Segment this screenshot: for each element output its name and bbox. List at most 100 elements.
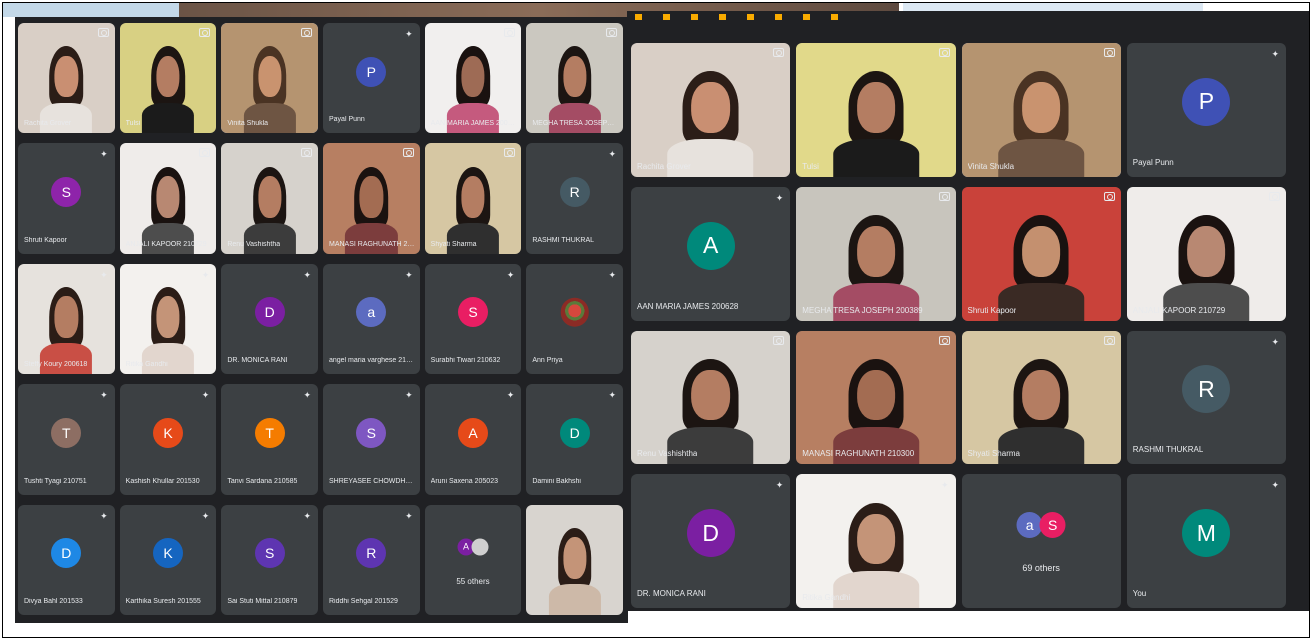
torso [1163,283,1250,321]
participant-tile[interactable]: Shyati Sharma [424,143,522,254]
participant-tile[interactable]: ANJALI KAPOOR 210729 [119,143,217,254]
bookmark-folder[interactable] [803,13,813,21]
participant-name: MANASI RAGHUNATH 210300 [802,449,915,459]
participant-name: ANJALI KAPOOR 210729 [1132,305,1226,315]
participant-name: angel maria varghese 2102... [328,357,416,365]
participant-tile[interactable]: S ✦ Shruti Kapoor [18,143,115,254]
participant-tile[interactable]: Renu Vashishtha [631,330,791,465]
pin-camera-icon[interactable] [97,28,109,37]
pin-camera-icon[interactable] [504,148,516,158]
participant-tile[interactable]: MANASI RAGHUNATH 210300 [796,330,956,465]
bookmark-folder[interactable] [747,13,757,21]
pin-camera-icon[interactable] [1103,191,1115,201]
mic-off-icon: ✦ [100,269,108,280]
pin-camera-icon[interactable] [199,148,211,158]
participant-tile[interactable]: P ✦ Payal Punn [322,23,420,134]
participant-tile[interactable]: R ✦ RASHMI THUKRAL [526,143,623,254]
participant-tile[interactable]: K ✦ Kashish Khullar 201530 [119,384,217,495]
participant-tile[interactable]: Rachita Grover [18,23,115,134]
mic-off-icon: ✦ [405,269,413,280]
participant-tile[interactable]: A 55 others [424,504,522,615]
participant-figure [828,498,924,608]
participant-tile[interactable]: Renu Vashishtha [221,143,318,254]
participant-tile[interactable]: MANASI RAGHUNATH 210300 [322,143,420,254]
participant-tile[interactable] [526,504,623,615]
participant-tile[interactable]: Rachita Grover [631,43,791,177]
bookmark-folder[interactable] [775,13,785,21]
participant-tile[interactable]: Shyati Sharma [961,330,1121,465]
participant-tile[interactable]: a ✦ angel maria varghese 2102... [322,263,420,375]
participant-avatar: R [356,538,387,569]
pin-camera-icon[interactable] [938,191,950,201]
participant-tile[interactable]: ✦ Ritika Gandhi [796,474,956,608]
participant-tile[interactable]: P ✦ Payal Punn [1126,43,1286,177]
torso [667,139,754,177]
pin-camera-icon[interactable] [300,28,312,37]
torso [40,343,93,375]
mic-off-icon: ✦ [608,149,616,160]
participant-tile[interactable]: M ✦ You [1126,474,1286,608]
pin-camera-icon[interactable] [1103,48,1115,57]
bookmark-folder[interactable] [719,13,729,21]
pin-camera-icon[interactable] [504,28,516,37]
bookmark-folder[interactable] [691,13,701,21]
mic-off-icon: ✦ [405,510,413,521]
participant-tile[interactable]: D ✦ Damini Bakhshi [526,384,623,495]
participant-tile[interactable]: MEGHA TRESA JOSEPH 2... [526,23,623,134]
participant-tile[interactable]: D ✦ DR. MONICA RANI [221,263,318,375]
torso [667,426,754,465]
bookmark-folder[interactable] [635,13,645,21]
pin-camera-icon[interactable] [938,48,950,57]
participant-figure [828,355,924,465]
participant-tile[interactable]: D ✦ Divya Bahl 201533 [18,504,115,615]
participant-tile[interactable]: MEGHA TRESA JOSEPH 200389 [796,186,956,321]
torso [832,426,919,465]
participant-tile[interactable]: a S 69 others [961,474,1121,608]
participant-tile[interactable]: S ✦ Surabhi Tiwari 210632 [424,263,522,375]
participant-tile[interactable]: Shruti Kapoor [961,186,1121,321]
pin-camera-icon[interactable] [1103,335,1115,345]
face [54,55,78,98]
bookmark-folder[interactable] [831,13,841,21]
pin-camera-icon[interactable] [605,28,617,37]
participant-avatar: S [51,176,82,207]
participant-tile[interactable]: T ✦ Tushti Tyagi 210751 [18,384,115,495]
pin-camera-icon[interactable] [199,28,211,37]
participant-tile[interactable]: ANJALI KAPOOR 210729 [1126,186,1286,321]
participant-avatar: D [51,538,82,569]
pin-camera-icon[interactable] [938,335,950,345]
participant-name: Tushti Tyagi 210751 [24,477,87,485]
face [856,513,895,565]
participant-tile[interactable]: AAN MARIA JAMES 200628 [424,23,522,134]
participant-tile[interactable]: R ✦ Riddhi Sehgal 201529 [322,504,420,615]
participant-name: Sai Stuti Mittal 210879 [227,598,298,605]
participant-tile[interactable]: S ✦ SHREYASEE CHOWDHURY ... [322,384,420,495]
participant-tile[interactable]: S ✦ Sai Stuti Mittal 210879 [221,504,318,615]
participant-name: MEGHA TRESA JOSEPH 2... [532,120,620,128]
pin-camera-icon[interactable] [300,148,312,158]
participant-tile[interactable]: ✦ Ann Priya [526,263,623,375]
participant-tile[interactable]: A ✦ Aruni Saxena 205023 [424,384,522,495]
face [856,369,895,421]
participant-tile[interactable]: ✦ Steffy Koury 200618 [18,263,115,375]
pin-camera-icon[interactable] [773,48,785,57]
participant-tile[interactable]: Tulsi [796,43,956,177]
participant-name: Ritika Gandhi [125,361,168,369]
participant-tile[interactable]: T ✦ Tanvi Sardana 210585 [221,384,318,495]
mic-off-icon: ✦ [940,480,949,491]
torso [832,570,919,608]
participant-tile[interactable]: ✦ Ritika Gandhi [119,263,217,375]
participant-tile[interactable]: Tulsi [119,23,217,134]
pin-camera-icon[interactable] [402,148,414,158]
pin-camera-icon[interactable] [1269,191,1280,201]
participant-video [424,23,522,134]
bookmark-folder[interactable] [663,13,673,21]
pin-camera-icon[interactable] [773,335,785,345]
participant-tile[interactable]: A ✦ AAN MARIA JAMES 200628 [631,186,791,321]
participant-tile[interactable]: Vinita Shukla [221,23,318,134]
participant-tile[interactable]: D ✦ DR. MONICA RANI [631,474,791,608]
participant-tile[interactable]: K ✦ Karthika Suresh 201555 [119,504,217,615]
participant-tile[interactable]: Vinita Shukla [961,43,1121,177]
others-count: 55 others [456,577,490,587]
participant-tile[interactable]: R ✦ RASHMI THUKRAL [1126,330,1286,465]
